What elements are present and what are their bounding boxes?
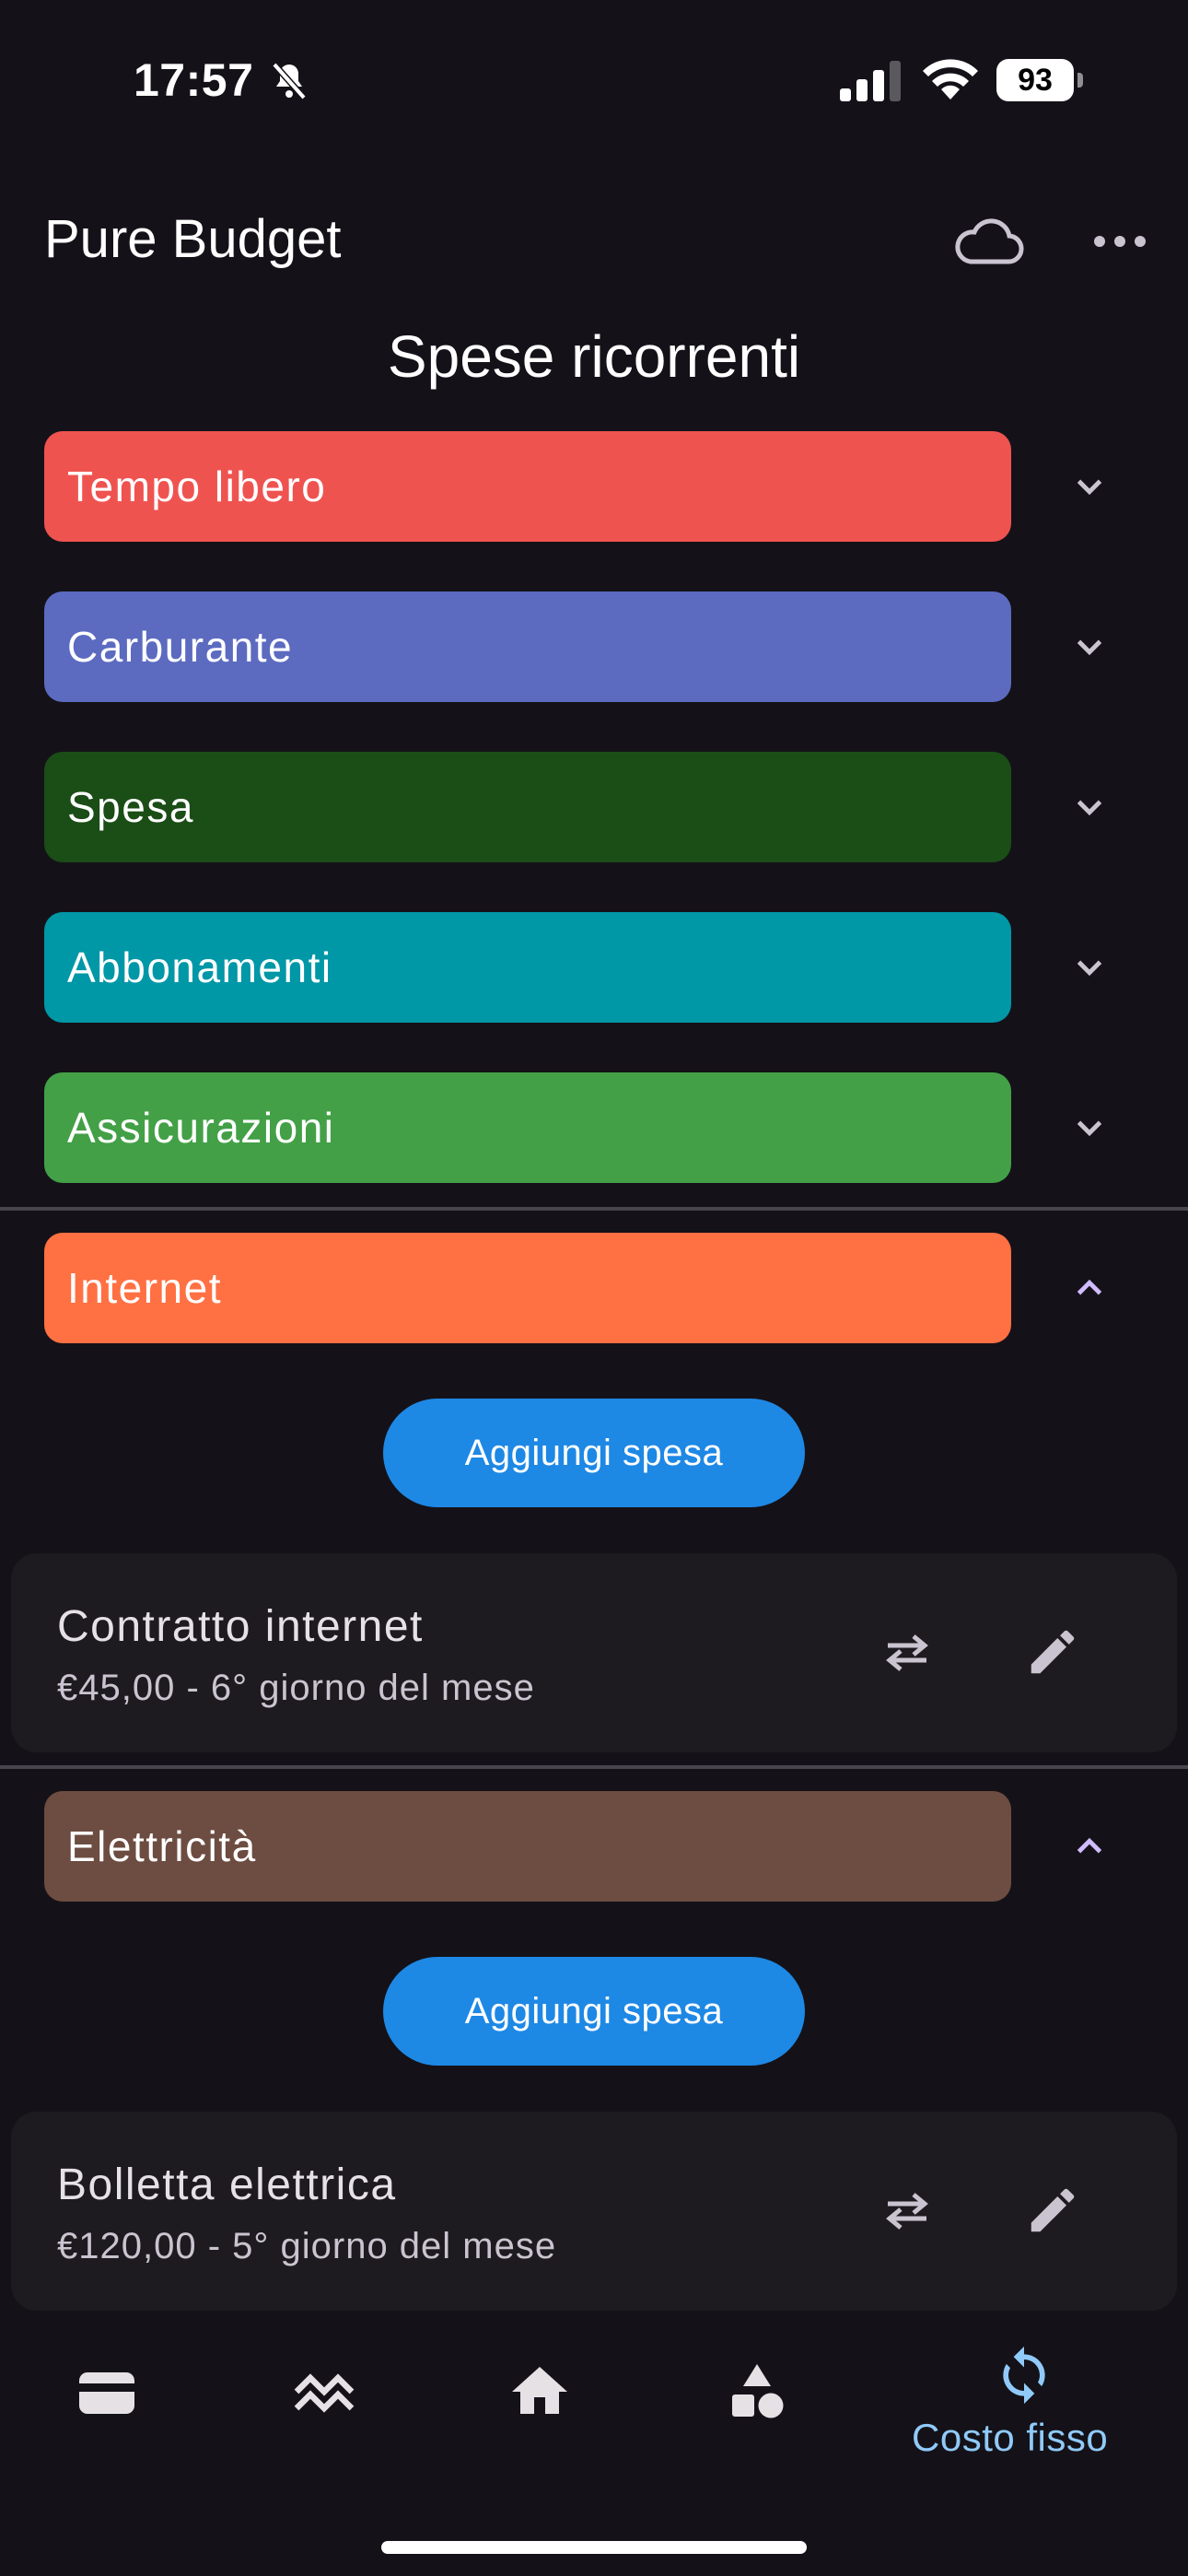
battery-level: 93 [996,59,1074,101]
app-title: Pure Budget [44,209,342,269]
category-spesa[interactable]: Spesa [44,752,1011,862]
expense-subtitle: €45,00 - 6° giorno del mese [57,1668,535,1708]
battery-indicator: 93 [996,59,1085,101]
category-label: Tempo libero [67,463,327,510]
chevron-down-icon[interactable] [1068,786,1111,828]
chevron-down-icon[interactable] [1068,626,1111,668]
category-tempo-libero[interactable]: Tempo libero [44,431,1011,542]
chevron-down-icon[interactable] [1068,946,1111,989]
category-label: Assicurazioni [67,1104,335,1152]
category-label: Internet [67,1264,222,1312]
page-title: Spese ricorrenti [387,323,801,390]
swap-icon[interactable] [880,1629,934,1677]
more-horizontal-icon[interactable] [1092,230,1147,252]
category-assicurazioni[interactable]: Assicurazioni [44,1072,1011,1183]
category-label: Abbonamenti [67,943,332,991]
status-time: 17:57 [134,54,254,106]
category-elettricita[interactable]: Elettricità [44,1791,1011,1902]
category-label: Elettricità [67,1822,257,1870]
edit-icon[interactable] [1024,1623,1081,1680]
add-expense-button[interactable]: Aggiungi spesa [383,1399,805,1507]
wallet-icon[interactable] [74,2359,140,2425]
wifi-icon [923,59,978,100]
chevron-down-icon[interactable] [1068,1107,1111,1149]
expense-title: Bolletta elettrica [57,2160,397,2209]
section-divider [0,1207,1188,1211]
expense-card[interactable]: Bolletta elettrica €120,00 - 5° giorno d… [11,2112,1177,2311]
category-label: Spesa [67,783,194,831]
section-divider [0,1765,1188,1769]
home-icon[interactable] [507,2359,573,2425]
recurring-icon[interactable] [993,2344,1055,2406]
category-label: Carburante [67,623,294,671]
trend-icon[interactable] [291,2359,357,2425]
signal-icon [840,61,901,101]
category-carburante[interactable]: Carburante [44,591,1011,702]
home-indicator [381,2541,807,2554]
chevron-up-icon[interactable] [1068,1267,1111,1309]
nav-label-costo-fisso[interactable]: Costo fisso [912,2416,1108,2460]
chevron-down-icon[interactable] [1068,465,1111,508]
expense-card[interactable]: Contratto internet €45,00 - 6° giorno de… [11,1553,1177,1752]
expense-subtitle: €120,00 - 5° giorno del mese [57,2226,557,2266]
category-internet[interactable]: Internet [44,1233,1011,1343]
swap-icon[interactable] [880,2187,934,2235]
add-expense-button[interactable]: Aggiungi spesa [383,1957,805,2066]
categories-icon[interactable] [724,2359,790,2425]
battery-cap [1077,73,1083,88]
edit-icon[interactable] [1024,2182,1081,2239]
cloud-icon[interactable] [952,214,1024,269]
category-abbonamenti[interactable]: Abbonamenti [44,912,1011,1023]
expense-title: Contratto internet [57,1602,424,1651]
bell-off-icon [272,62,307,100]
chevron-up-icon[interactable] [1068,1825,1111,1868]
